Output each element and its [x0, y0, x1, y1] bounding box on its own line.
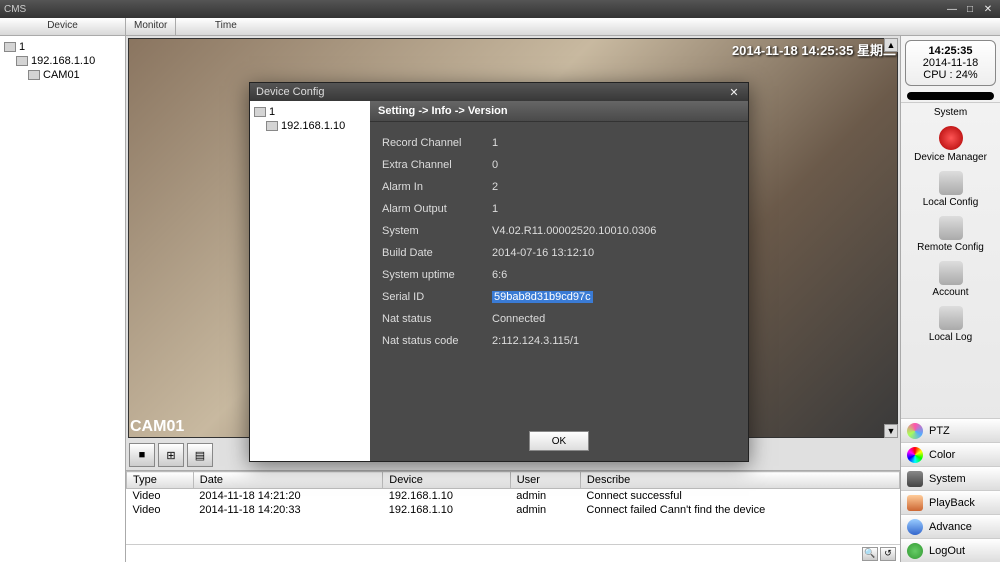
log-row[interactable]: Video 2014-11-18 14:20:33 192.168.1.10 a…	[127, 503, 900, 517]
clock-cpu: CPU : 24%	[910, 69, 991, 81]
dialog-tree-root[interactable]: 1	[254, 105, 366, 119]
scroll-up-icon[interactable]: ▲	[884, 38, 898, 52]
label-record-channel: Record Channel	[382, 137, 492, 149]
titlebar: CMS — □ ✕	[0, 0, 1000, 18]
tree-device[interactable]: 192.168.1.10	[4, 54, 121, 68]
tab-system[interactable]: System	[901, 466, 1000, 490]
overlay-timestamp: 2014-11-18 14:25:35 星期二	[732, 40, 896, 59]
value-build-date: 2014-07-16 13:12:10	[492, 247, 736, 259]
tree-camera[interactable]: CAM01	[4, 68, 121, 82]
scroll-down-icon[interactable]: ▼	[884, 424, 898, 438]
ptz-icon	[907, 423, 923, 439]
dialog-titlebar[interactable]: Device Config ✕	[250, 83, 748, 101]
close-icon[interactable]: ✕	[980, 2, 996, 16]
label-serial-id: Serial ID	[382, 291, 492, 303]
tab-advance[interactable]: Advance	[901, 514, 1000, 538]
playback-icon	[907, 495, 923, 511]
layout-1-button[interactable]: ■	[129, 443, 155, 467]
logout-icon	[907, 543, 923, 559]
label-nat-status: Nat status	[382, 313, 492, 325]
tab-color[interactable]: Color	[901, 442, 1000, 466]
value-alarm-in: 2	[492, 181, 736, 193]
dialog-tree: 1 192.168.1.10	[250, 101, 370, 461]
value-record-channel: 1	[492, 137, 736, 149]
label-extra-channel: Extra Channel	[382, 159, 492, 171]
device-icon	[16, 56, 28, 66]
device-icon	[266, 121, 278, 131]
dialog-title: Device Config	[256, 86, 726, 98]
tab-ptz[interactable]: PTZ	[901, 418, 1000, 442]
right-panel: 14:25:35 2014-11-18 CPU : 24% System Dev…	[900, 36, 1000, 562]
version-info: Record Channel1 Extra Channel0 Alarm In2…	[370, 122, 748, 421]
ok-button[interactable]: OK	[529, 431, 589, 451]
color-icon	[907, 447, 923, 463]
breadcrumb: Setting -> Info -> Version	[370, 101, 748, 122]
tree-camera-label: CAM01	[43, 69, 80, 81]
overlay-camera-label: CAM01	[130, 418, 184, 436]
log-col-date[interactable]: Date	[193, 472, 382, 489]
device-tree: 1 192.168.1.10 CAM01	[0, 36, 126, 562]
tab-playback[interactable]: PlayBack	[901, 490, 1000, 514]
local-config-button[interactable]: Local Config	[901, 167, 1000, 212]
section-time: Time	[175, 18, 275, 35]
value-serial-id[interactable]: 59bab8d31b9cd97c	[492, 291, 736, 303]
maximize-icon[interactable]: □	[962, 2, 978, 16]
label-nat-status-code: Nat status code	[382, 335, 492, 347]
label-alarm-output: Alarm Output	[382, 203, 492, 215]
value-extra-channel: 0	[492, 159, 736, 171]
layout-more-button[interactable]: ▤	[187, 443, 213, 467]
advance-icon	[907, 519, 923, 535]
log-col-device[interactable]: Device	[383, 472, 510, 489]
log-panel: Type Date Device User Describe Video 201…	[126, 470, 900, 562]
device-manager-button[interactable]: Device Manager	[901, 122, 1000, 167]
clock-box: 14:25:35 2014-11-18 CPU : 24%	[905, 40, 996, 86]
tab-logout[interactable]: LogOut	[901, 538, 1000, 562]
device-config-dialog: Device Config ✕ 1 192.168.1.10 Setting -…	[249, 82, 749, 462]
section-device: Device	[0, 18, 126, 35]
log-col-user[interactable]: User	[510, 472, 580, 489]
local-log-button[interactable]: Local Log	[901, 302, 1000, 347]
cpu-bar	[907, 92, 994, 100]
log-col-type[interactable]: Type	[127, 472, 194, 489]
log-row[interactable]: Video 2014-11-18 14:21:20 192.168.1.10 a…	[127, 489, 900, 504]
section-monitor: Monitor	[126, 18, 175, 35]
label-system: System	[382, 225, 492, 237]
log-clear-icon[interactable]: ↺	[880, 547, 896, 561]
clock-time: 14:25:35	[910, 45, 991, 57]
remote-config-icon	[939, 216, 963, 240]
value-system-uptime: 6:6	[492, 269, 736, 281]
minimize-icon[interactable]: —	[944, 2, 960, 16]
device-manager-icon	[939, 126, 963, 150]
folder-icon	[254, 107, 266, 117]
tree-device-label: 192.168.1.10	[31, 55, 95, 67]
label-alarm-in: Alarm In	[382, 181, 492, 193]
tree-root[interactable]: 1	[4, 40, 121, 54]
log-col-describe[interactable]: Describe	[580, 472, 899, 489]
local-log-icon	[939, 306, 963, 330]
account-icon	[939, 261, 963, 285]
value-nat-status: Connected	[492, 313, 736, 325]
account-button[interactable]: Account	[901, 257, 1000, 302]
dialog-close-icon[interactable]: ✕	[726, 85, 742, 99]
layout-4-button[interactable]: ⊞	[158, 443, 184, 467]
local-config-icon	[939, 171, 963, 195]
remote-config-button[interactable]: Remote Config	[901, 212, 1000, 257]
system-header: System	[901, 102, 1000, 122]
value-nat-status-code: 2:112.124.3.115/1	[492, 335, 736, 347]
log-search-icon[interactable]: 🔍	[862, 547, 878, 561]
camera-icon	[28, 70, 40, 80]
value-system: V4.02.R11.00002520.10010.0306	[492, 225, 736, 237]
value-alarm-output: 1	[492, 203, 736, 215]
folder-icon	[4, 42, 16, 52]
section-bar: Device Monitor Time	[0, 18, 1000, 36]
label-build-date: Build Date	[382, 247, 492, 259]
dialog-tree-device[interactable]: 192.168.1.10	[254, 119, 366, 133]
app-title: CMS	[4, 4, 942, 15]
clock-date: 2014-11-18	[910, 57, 991, 69]
system-icon	[907, 471, 923, 487]
label-system-uptime: System uptime	[382, 269, 492, 281]
tree-root-label: 1	[19, 41, 25, 53]
